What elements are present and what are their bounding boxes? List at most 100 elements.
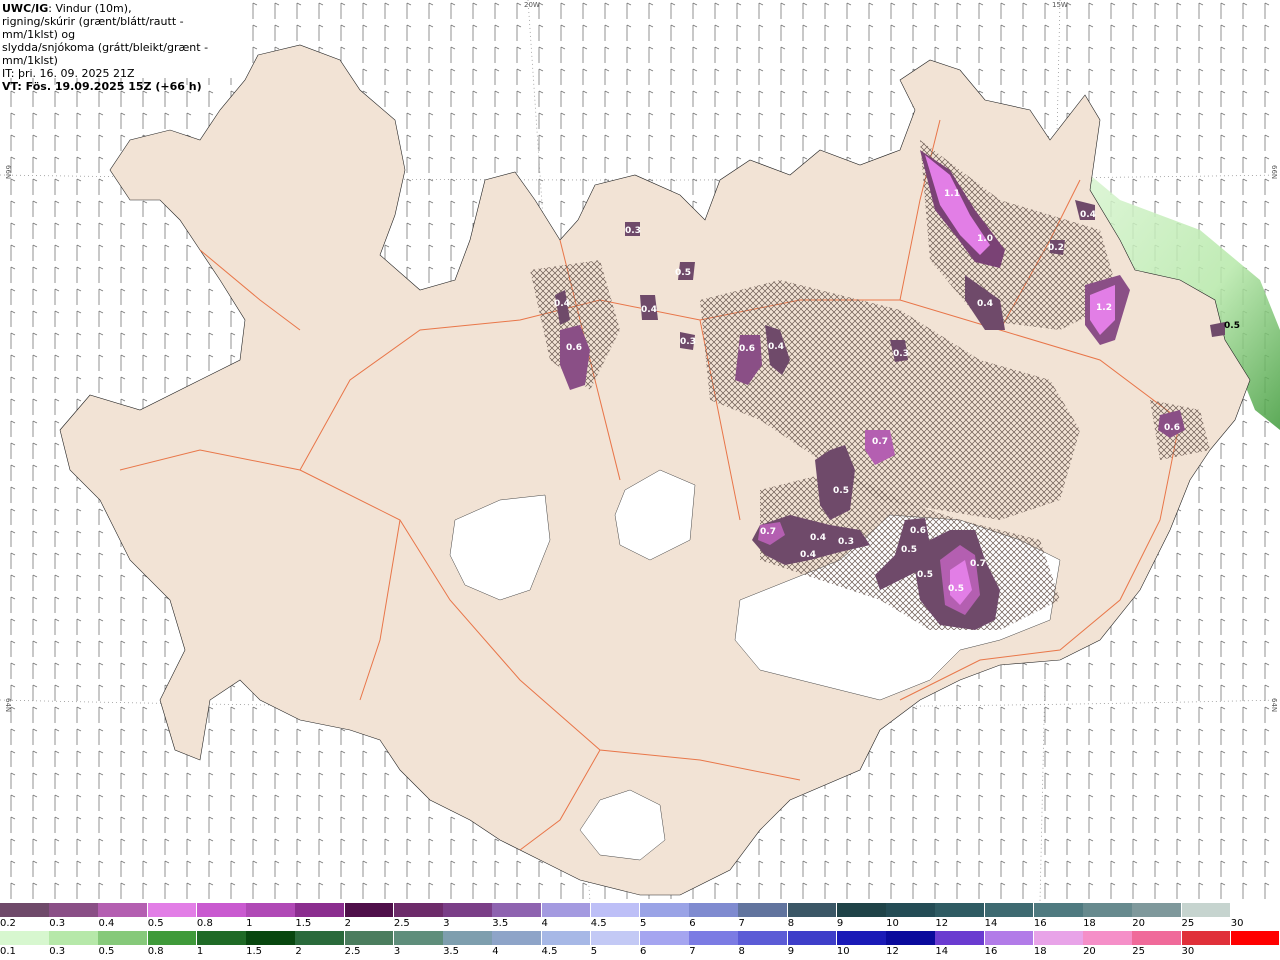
colorbar-rain-swatch [246, 931, 296, 945]
colorbar-snow-label: 14 [984, 918, 998, 929]
colorbar-snow-swatch [1230, 903, 1280, 917]
precip-label: 1.1 [944, 189, 960, 199]
lat-label-66n-left: 66N [4, 165, 12, 180]
precip-label: 0.4 [641, 305, 657, 315]
colorbar-snow-swatch [886, 903, 936, 917]
colorbar-snow-swatch [1181, 903, 1232, 917]
colorbar-rain-label: 2.5 [344, 946, 361, 957]
colorbar-rain-label: 20 [1083, 946, 1096, 957]
colorbar-rain-label: 30 [1181, 946, 1195, 957]
colorbar-snow-label: 9 [836, 918, 844, 929]
precip-label: 0.7 [872, 437, 888, 447]
colorbar-rain-label: 14 [935, 946, 949, 957]
colorbar-snow-label: 20 [1132, 918, 1146, 929]
colorbar-rain-swatch [1132, 931, 1183, 945]
lon-label-15w: 15W [1052, 1, 1068, 9]
precip-label: 0.7 [760, 527, 776, 537]
colorbar-snow-label: 5 [640, 918, 647, 929]
colorbar-rain-swatch [640, 931, 690, 945]
colorbar-rain-label: 0.8 [147, 946, 164, 957]
colorbar-snow-swatch [98, 903, 149, 917]
colorbar-snow-label: 0.2 [0, 918, 16, 929]
colorbar-snow-swatch [738, 903, 789, 917]
colorbar-rain-swatch [787, 931, 838, 945]
precip-label: 0.5 [833, 486, 849, 496]
colorbar-rain-swatch [147, 931, 198, 945]
colorbar-rain-label: 3 [393, 946, 401, 957]
colorbar-snow-label: 1 [246, 918, 253, 929]
colorbar-snow-swatch [689, 903, 739, 917]
precip-label: 0.5 [675, 268, 691, 278]
colorbar-rain-swatch [984, 931, 1035, 945]
colorbar-snow-swatch [147, 903, 198, 917]
colorbar-rain-swatch [590, 931, 641, 945]
colorbar-rain-swatch [1230, 931, 1280, 945]
colorbar-snow-label: 8 [787, 918, 795, 929]
colorbar-rain-label: 18 [1033, 946, 1047, 957]
title-line2: rigning/skúrir (grænt/blátt/rautt - mm/1… [2, 15, 184, 41]
colorbar-rain-label: 10 [836, 946, 850, 957]
colorbar-rain-swatch [836, 931, 887, 945]
colorbar-snow-swatch [1033, 903, 1084, 917]
colorbar-rain-swatch [393, 931, 444, 945]
colorbar-snow-swatch [935, 903, 986, 917]
colorbar-rain-label: 7 [689, 946, 696, 957]
colorbar-rain-label: 6 [640, 946, 647, 957]
colorbar-rain-label: 0.3 [49, 946, 66, 957]
precip-label: 0.6 [566, 343, 582, 353]
colorbar-rain-label: 4.5 [541, 946, 558, 957]
colorbar-snow-label: 4 [541, 918, 548, 929]
colorbar-rain-label: 8 [738, 946, 745, 957]
precip-label: 0.5 [1224, 321, 1240, 331]
colorbar-rain-label: 9 [787, 946, 795, 957]
colorbar-rain-swatch [689, 931, 739, 945]
lat-label-64n-left: 64N [4, 698, 12, 713]
lon-label-20w: 20W [524, 1, 540, 9]
colorbar-snow-label: 7 [738, 918, 745, 929]
colorbar-rain-swatch [738, 931, 789, 945]
colorbar-rain-labels: 0.1 0.3 0.5 0.8 1 1.5 2 2.5 3 3.5 4 4.5 5 6 7 8 9 10 12 14 1… [0, 946, 1280, 958]
precip-label: 0.3 [625, 226, 641, 236]
precip-label: 0.4 [977, 299, 993, 309]
weather-map[interactable]: 1.1 1.0 0.4 1.2 0.2 0.4 0.5 0.6 0.7 0.5 … [0, 0, 1280, 902]
lat-label-66n-right: 66N [1270, 165, 1278, 180]
colorbar-snow-label: 3 [443, 918, 450, 929]
colorbar-snow-label: 30 [1230, 918, 1244, 929]
colorbar-snow-swatch [590, 903, 641, 917]
colorbar-snow-swatch [640, 903, 690, 917]
precip-label: 0.2 [1048, 243, 1064, 253]
colorbar-snow-label: 0.8 [196, 918, 213, 929]
precip-label: 0.4 [810, 533, 826, 543]
precip-label: 1.2 [1096, 303, 1112, 313]
colorbar-snow-label: 3.5 [492, 918, 509, 929]
colorbar-snow-label: 10 [886, 918, 899, 929]
colorbar-rain-swatch [1033, 931, 1084, 945]
colorbar-rain-swatch [344, 931, 395, 945]
colorbar-snow-swatch [443, 903, 493, 917]
colorbar-snow-swatch [984, 903, 1035, 917]
colorbar-snow-label: 18 [1083, 918, 1096, 929]
colorbar-rain-label: 4 [492, 946, 499, 957]
precip-label: 0.5 [948, 584, 964, 594]
precip-label: 0.6 [739, 344, 755, 354]
colorbar-rain-label: 0.1 [0, 946, 16, 957]
colorbar-snow-swatch [1083, 903, 1133, 917]
lat-label-64n-right: 64N [1270, 698, 1278, 713]
colorbar-snow-label: 0.5 [147, 918, 164, 929]
precip-label: 0.7 [970, 559, 986, 569]
map-title-box: UWC/IG: Vindur (10m), rigning/skúrir (gr… [0, 0, 240, 93]
colorbar-snow-label: 6 [689, 918, 696, 929]
title-line1: : Vindur (10m), [48, 2, 132, 15]
colorbar-snow-swatch [246, 903, 296, 917]
colorbar-rain-swatch [935, 931, 986, 945]
title-line3: slydda/snjókoma (grátt/bleikt/grænt - mm… [2, 41, 209, 67]
colorbar-snow-swatch [541, 903, 592, 917]
colorbar-snow-label: 0.3 [49, 918, 66, 929]
colorbar-snow-swatch [295, 903, 346, 917]
precip-label: 0.4 [554, 299, 570, 309]
precip-label: 1.0 [977, 234, 993, 244]
precip-label: 0.6 [910, 526, 926, 536]
colorbar-rain-swatch [443, 931, 493, 945]
colorbar-snow-swatch [344, 903, 395, 917]
colorbar-rain-label: 0.5 [98, 946, 115, 957]
